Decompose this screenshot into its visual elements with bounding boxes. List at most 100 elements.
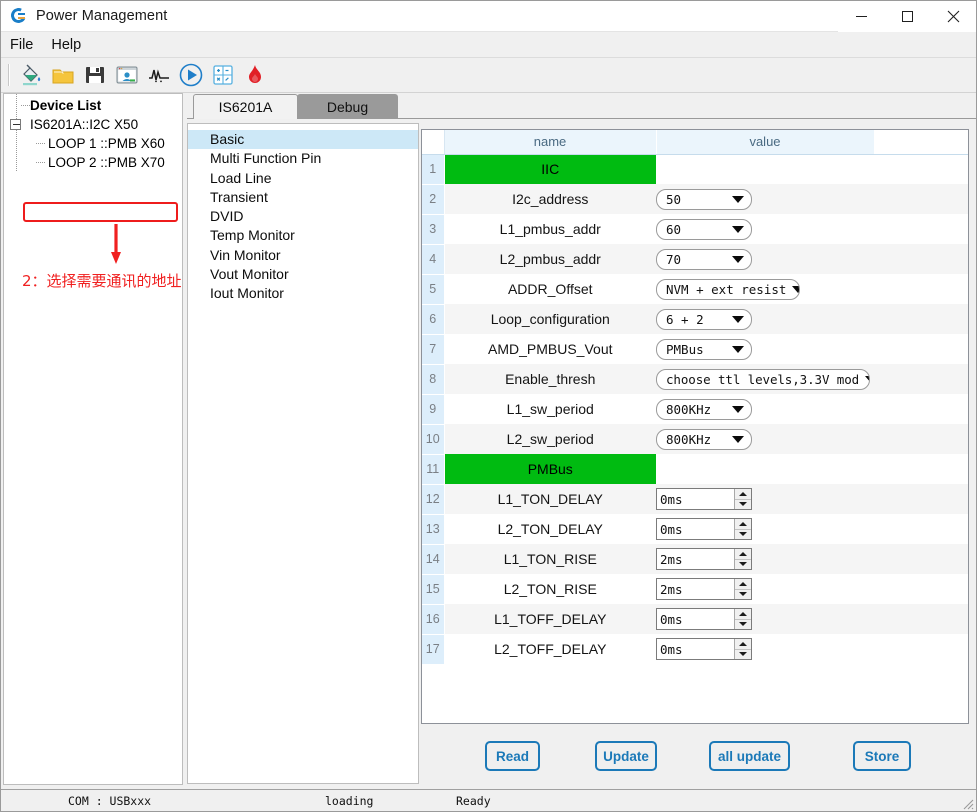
maximize-button[interactable] — [884, 1, 930, 32]
dropdown-loop-configuration[interactable]: 6 + 2 — [656, 308, 752, 330]
update-button[interactable]: Update — [595, 741, 657, 771]
flame-icon[interactable] — [240, 60, 270, 90]
category-item-vout-monitor[interactable]: Vout Monitor — [188, 265, 418, 284]
toolbar — [1, 58, 976, 93]
stepper-up-icon[interactable] — [735, 519, 751, 530]
row-spacer-cell — [874, 544, 968, 574]
stepper-l1-ton-rise[interactable]: 2ms — [656, 548, 752, 570]
stepper-down-icon[interactable] — [735, 499, 751, 509]
action-button-bar: Read Update all update Store — [421, 736, 969, 778]
stepper-l1-toff-delay[interactable]: 0ms — [656, 608, 752, 630]
parameter-name-cell: ADDR_Offset — [444, 274, 656, 304]
chevron-down-icon — [732, 345, 744, 353]
table-row: 13 L2_TON_DELAY 0ms — [422, 514, 968, 545]
menu-item-file[interactable]: File — [1, 35, 42, 55]
stepper-value: 2ms — [660, 551, 683, 567]
dropdown-value: choose ttl levels,3.3V mod — [666, 371, 860, 387]
stepper-up-icon[interactable] — [735, 609, 751, 620]
stepper-up-icon[interactable] — [735, 639, 751, 650]
table-row: 12 L1_TON_DELAY 0ms — [422, 484, 968, 515]
row-index-cell: 14 — [422, 544, 445, 575]
window-controls — [838, 1, 976, 32]
store-button[interactable]: Store — [853, 741, 911, 771]
application-window: Power Management File Help Device List I… — [0, 0, 977, 812]
calculator-icon[interactable] — [208, 60, 238, 90]
dropdown-addr-offset[interactable]: NVM + ext resist — [656, 278, 800, 300]
category-item-load-line[interactable]: Load Line — [188, 169, 418, 188]
table-row: 1 IIC — [422, 154, 968, 185]
row-spacer-cell — [874, 184, 968, 214]
parameter-value-cell — [656, 454, 874, 484]
table-row: 5 ADDR_Offset NVM + ext resist — [422, 274, 968, 305]
stepper-buttons — [734, 519, 751, 539]
minimize-button[interactable] — [838, 1, 884, 32]
row-index-header — [422, 130, 445, 155]
resize-grip-icon[interactable] — [960, 796, 974, 810]
menu-item-help[interactable]: Help — [42, 35, 90, 55]
category-item-iout-monitor[interactable]: Iout Monitor — [188, 284, 418, 303]
save-disk-icon[interactable] — [80, 60, 110, 90]
dropdown-enable-thresh[interactable]: choose ttl levels,3.3V mod — [656, 368, 870, 390]
waveform-icon[interactable] — [144, 60, 174, 90]
close-button[interactable] — [930, 1, 976, 32]
stepper-up-icon[interactable] — [735, 489, 751, 500]
annotation-highlight-box — [23, 202, 178, 222]
device-tree-node-loop1[interactable]: LOOP 1 ::PMB X60 — [4, 134, 182, 153]
dropdown-l1-sw-period[interactable]: 800KHz — [656, 398, 752, 420]
stepper-down-icon[interactable] — [735, 589, 751, 599]
tab-debug[interactable]: Debug — [297, 94, 398, 119]
chevron-down-icon — [865, 375, 869, 383]
open-folder-icon[interactable] — [48, 60, 78, 90]
row-index-cell: 5 — [422, 274, 445, 305]
device-tree-node-loop2[interactable]: LOOP 2 ::PMB X70 — [4, 153, 182, 172]
category-item-multi-function-pin[interactable]: Multi Function Pin — [188, 149, 418, 168]
stepper-down-icon[interactable] — [735, 529, 751, 539]
dropdown-l2-pmbus-addr[interactable]: 70 — [656, 248, 752, 270]
stepper-down-icon[interactable] — [735, 619, 751, 629]
monitor-user-icon[interactable] — [112, 60, 142, 90]
tab-is6201a[interactable]: IS6201A — [193, 94, 298, 119]
dropdown-value: NVM + ext resist — [666, 281, 787, 297]
all-update-button[interactable]: all update — [709, 741, 790, 771]
fill-color-icon[interactable] — [16, 60, 46, 90]
category-item-transient[interactable]: Transient — [188, 188, 418, 207]
read-button[interactable]: Read — [485, 741, 540, 771]
dropdown-l2-sw-period[interactable]: 800KHz — [656, 428, 752, 450]
parameter-value-cell: 800KHz — [656, 424, 874, 454]
device-tree-node-root[interactable]: IS6201A::I2C X50 — [4, 115, 182, 134]
collapse-expander-icon[interactable] — [10, 119, 21, 130]
category-list-panel: Basic Multi Function Pin Load Line Trans… — [187, 123, 419, 784]
stepper-l2-ton-delay[interactable]: 0ms — [656, 518, 752, 540]
table-row: 11 PMBus — [422, 454, 968, 485]
row-index-cell: 11 — [422, 454, 445, 485]
stepper-buttons — [734, 609, 751, 629]
stepper-buttons — [734, 489, 751, 509]
category-item-dvid[interactable]: DVID — [188, 207, 418, 226]
play-circle-icon[interactable] — [176, 60, 206, 90]
parameter-name-cell: L2_pmbus_addr — [444, 244, 656, 274]
table-row: 10 L2_sw_period 800KHz — [422, 424, 968, 455]
parameter-value-cell — [656, 154, 874, 184]
dropdown-i2c-address[interactable]: 50 — [656, 188, 752, 210]
stepper-down-icon[interactable] — [735, 559, 751, 569]
category-item-temp-monitor[interactable]: Temp Monitor — [188, 226, 418, 245]
stepper-value: 0ms — [660, 641, 683, 657]
stepper-l1-ton-delay[interactable]: 0ms — [656, 488, 752, 510]
table-row: 15 L2_TON_RISE 2ms — [422, 574, 968, 605]
dropdown-amd-pmbus-vout[interactable]: PMBus — [656, 338, 752, 360]
category-item-vin-monitor[interactable]: Vin Monitor — [188, 246, 418, 265]
row-spacer-cell — [874, 154, 968, 184]
stepper-up-icon[interactable] — [735, 579, 751, 590]
category-item-basic[interactable]: Basic — [188, 130, 418, 150]
dropdown-l1-pmbus-addr[interactable]: 60 — [656, 218, 752, 240]
table-body: 1 IIC 2 I2c_address 50 3 L1_pmbus_addr 60 4 L2_pm… — [422, 154, 968, 665]
stepper-l2-ton-rise[interactable]: 2ms — [656, 578, 752, 600]
table-row: 2 I2c_address 50 — [422, 184, 968, 215]
title-bar: Power Management — [1, 1, 976, 32]
toolbar-grip[interactable] — [8, 64, 10, 86]
row-index-cell: 15 — [422, 574, 445, 605]
stepper-l2-toff-delay[interactable]: 0ms — [656, 638, 752, 660]
dropdown-value: PMBus — [666, 341, 704, 357]
stepper-up-icon[interactable] — [735, 549, 751, 560]
stepper-down-icon[interactable] — [735, 649, 751, 659]
